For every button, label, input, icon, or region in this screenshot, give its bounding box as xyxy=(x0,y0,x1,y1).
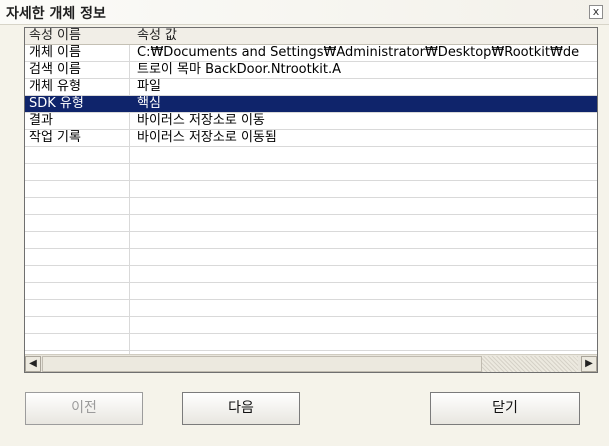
row-property-name: 개체 이름 xyxy=(29,45,81,60)
next-button[interactable]: 다음 xyxy=(182,392,300,425)
table-header-row: 속성 이름 속성 값 xyxy=(25,28,597,45)
close-icon[interactable]: x xyxy=(589,5,603,19)
row-property-value: 바이러스 저장소로 이동됨 xyxy=(137,130,277,145)
close-button[interactable]: 닫기 xyxy=(430,392,580,425)
row-property-name: 검색 이름 xyxy=(29,62,81,77)
empty-row xyxy=(25,317,597,334)
previous-button[interactable]: 이전 xyxy=(25,392,143,425)
row-property-value: C:₩Documents and Settings₩Administrator₩… xyxy=(137,45,580,60)
empty-row xyxy=(25,215,597,232)
scroll-right-icon[interactable]: ▶ xyxy=(581,356,597,372)
row-property-name: 결과 xyxy=(29,113,53,128)
row-property-value: 핵심 xyxy=(137,96,161,111)
empty-row xyxy=(25,266,597,283)
empty-row xyxy=(25,334,597,351)
scroll-track[interactable] xyxy=(482,356,578,372)
empty-row xyxy=(25,181,597,198)
row-property-name: SDK 유형 xyxy=(29,96,84,111)
row-property-value: 바이러스 저장소로 이동 xyxy=(137,113,265,128)
empty-row xyxy=(25,164,597,181)
empty-row xyxy=(25,283,597,300)
title-bar: 자세한 개체 정보 x xyxy=(0,0,609,25)
row-property-value: 트로이 목마 BackDoor.Ntrootkit.A xyxy=(137,62,341,77)
empty-row xyxy=(25,232,597,249)
details-grid: 속성 이름 속성 값 개체 이름 C:₩Documents and Settin… xyxy=(25,28,597,354)
row-property-value: 파일 xyxy=(137,79,161,94)
scroll-left-icon[interactable]: ◀ xyxy=(25,356,41,372)
horizontal-scrollbar[interactable]: ◀ ▶ xyxy=(25,354,597,372)
table-row[interactable]: 개체 이름 C:₩Documents and Settings₩Administ… xyxy=(25,45,597,62)
header-property-value: 속성 값 xyxy=(137,28,178,43)
table-row[interactable]: 개체 유형 파일 xyxy=(25,79,597,96)
details-table-panel: 속성 이름 속성 값 개체 이름 C:₩Documents and Settin… xyxy=(24,27,598,373)
window-title: 자세한 개체 정보 xyxy=(6,6,106,22)
row-property-name: 작업 기록 xyxy=(29,130,81,145)
header-property-name: 속성 이름 xyxy=(29,28,81,43)
empty-row xyxy=(25,249,597,266)
scroll-thumb[interactable] xyxy=(42,356,482,372)
empty-row xyxy=(25,300,597,317)
empty-row xyxy=(25,147,597,164)
table-row[interactable]: 결과 바이러스 저장소로 이동 xyxy=(25,113,597,130)
table-row[interactable]: 작업 기록 바이러스 저장소로 이동됨 xyxy=(25,130,597,147)
empty-row xyxy=(25,198,597,215)
table-row[interactable]: 검색 이름 트로이 목마 BackDoor.Ntrootkit.A xyxy=(25,62,597,79)
row-property-name: 개체 유형 xyxy=(29,79,81,94)
table-row-selected[interactable]: SDK 유형 핵심 xyxy=(25,96,597,113)
